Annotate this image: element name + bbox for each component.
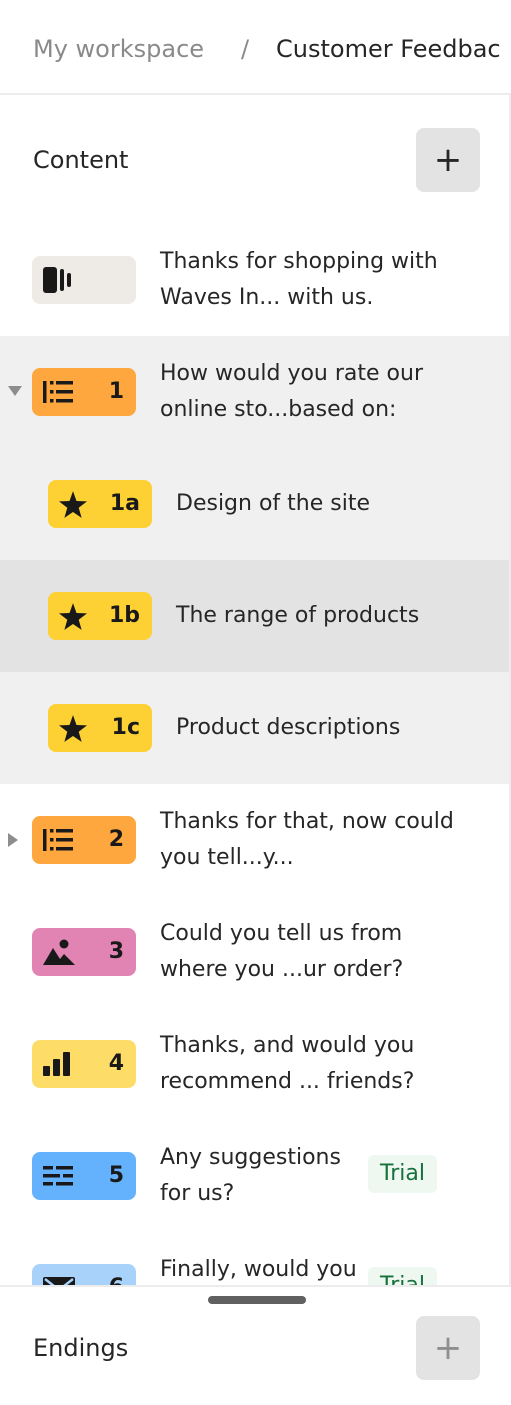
welcome-badge bbox=[32, 256, 136, 304]
star-icon bbox=[59, 602, 87, 630]
question-badge: 1a bbox=[48, 480, 152, 528]
breadcrumb-workspace-link[interactable]: My workspace bbox=[33, 32, 204, 66]
list-item-question-1a[interactable]: 1a Design of the site bbox=[0, 448, 509, 560]
add-content-button[interactable]: + bbox=[416, 128, 480, 192]
list-item-text: The range of products bbox=[176, 603, 420, 628]
list-item-question-1b[interactable]: 1b The range of products bbox=[0, 560, 509, 672]
expand-triangle-icon[interactable] bbox=[8, 833, 18, 847]
list-item-question-1c[interactable]: 1c Product descriptions bbox=[0, 672, 509, 784]
question-list[interactable]: Thanks for shopping with Waves In... wit… bbox=[0, 224, 509, 1285]
plus-icon: + bbox=[433, 1328, 463, 1368]
welcome-screen-icon bbox=[43, 267, 71, 293]
question-badge: 5 bbox=[32, 1152, 136, 1200]
question-badge: 6 bbox=[32, 1264, 136, 1285]
list-item-text: Design of the site bbox=[176, 491, 370, 516]
email-icon bbox=[43, 1277, 75, 1285]
question-badge: 1c bbox=[48, 704, 152, 752]
star-icon bbox=[59, 490, 87, 518]
trial-badge: Trial bbox=[368, 1267, 437, 1285]
list-item-question-5[interactable]: 5 Any suggestions for us? Trial bbox=[0, 1120, 509, 1232]
picture-choice-icon bbox=[43, 939, 75, 965]
breadcrumb-separator: / bbox=[241, 35, 250, 63]
list-item-text: Finally, would you bbox=[160, 1257, 357, 1282]
question-number: 1 bbox=[108, 379, 124, 404]
list-item-text: Product descriptions bbox=[176, 715, 401, 740]
question-badge: 2 bbox=[32, 816, 136, 864]
endings-section-title: Endings bbox=[33, 1334, 129, 1362]
list-item-text: Thanks, and would you recommend ... frie… bbox=[160, 1033, 415, 1094]
breadcrumb-form-title[interactable]: Customer Feedbac bbox=[276, 32, 501, 66]
star-icon bbox=[59, 714, 87, 742]
list-item-question-2[interactable]: 2 Thanks for that, now could you tell...… bbox=[0, 784, 509, 896]
question-badge: 4 bbox=[32, 1040, 136, 1088]
question-number: 3 bbox=[108, 939, 124, 964]
question-badge: 1 bbox=[32, 368, 136, 416]
list-item-question-1[interactable]: 1 How would you rate our online sto...ba… bbox=[0, 336, 509, 448]
question-badge: 3 bbox=[32, 928, 136, 976]
list-item-text: Thanks for shopping with Waves In... wit… bbox=[160, 249, 438, 310]
list-item-question-4[interactable]: 4 Thanks, and would you recommend ... fr… bbox=[0, 1008, 509, 1120]
collapse-triangle-icon[interactable] bbox=[8, 386, 22, 396]
long-text-icon bbox=[43, 1166, 73, 1186]
list-item-welcome[interactable]: Thanks for shopping with Waves In... wit… bbox=[0, 224, 509, 336]
trial-badge: Trial bbox=[368, 1155, 437, 1193]
list-item-text: How would you rate our online sto...base… bbox=[160, 361, 424, 422]
list-item-text: Thanks for that, now could you tell...y.… bbox=[160, 809, 454, 870]
question-number: 5 bbox=[108, 1163, 124, 1188]
add-ending-button[interactable]: + bbox=[416, 1316, 480, 1380]
list-item-question-3[interactable]: 3 Could you tell us from where you ...ur… bbox=[0, 896, 509, 1008]
list-item-question-6[interactable]: 6 Finally, would you Trial bbox=[0, 1232, 509, 1285]
question-number: 6 bbox=[109, 1264, 124, 1285]
question-number: 1a bbox=[109, 491, 140, 516]
question-group-icon bbox=[43, 381, 73, 403]
question-number: 2 bbox=[108, 827, 124, 852]
content-section-title: Content bbox=[33, 146, 129, 174]
question-number: 1b bbox=[108, 603, 140, 628]
question-group-icon bbox=[43, 829, 73, 851]
list-item-text: Any suggestions for us? bbox=[160, 1145, 341, 1206]
plus-icon: + bbox=[433, 140, 463, 180]
bar-chart-icon bbox=[43, 1052, 70, 1076]
resize-handle[interactable] bbox=[208, 1296, 306, 1304]
question-badge: 1b bbox=[48, 592, 152, 640]
breadcrumb: My workspace / Customer Feedbac bbox=[0, 0, 511, 95]
question-number: 4 bbox=[108, 1051, 124, 1076]
question-number: 1c bbox=[111, 715, 140, 740]
list-item-text: Could you tell us from where you ...ur o… bbox=[160, 921, 404, 982]
